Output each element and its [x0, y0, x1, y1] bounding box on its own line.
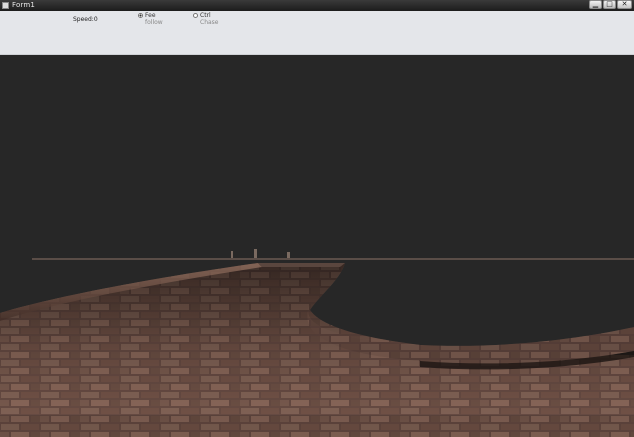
app-icon[interactable] [2, 2, 9, 9]
distant-post [287, 252, 290, 258]
radio-option-ctrl[interactable]: Ctrl [193, 12, 219, 19]
camera-mode-group-2: Ctrl Chase [193, 12, 219, 26]
radio-option-chase[interactable]: Chase [193, 19, 219, 26]
app-window: Form1 ▁ □ ✕ Speed:0 Fee follow Ctrl Chas… [0, 0, 634, 437]
road-far-end [258, 263, 345, 267]
speed-label: Speed:0 [73, 16, 98, 23]
radio-option-fee[interactable]: Fee [138, 12, 163, 19]
radio-label: Chase [200, 19, 219, 26]
radio-button[interactable] [193, 13, 198, 18]
window-title: Form1 [12, 1, 36, 9]
title-bar[interactable]: Form1 ▁ □ ✕ [0, 0, 634, 11]
3d-viewport[interactable] [0, 55, 634, 437]
radio-label: Ctrl [200, 12, 211, 19]
maximize-button[interactable]: □ [603, 0, 616, 9]
minimize-icon: ▁ [592, 0, 599, 8]
close-button[interactable]: ✕ [617, 0, 632, 9]
radio-label: follow [145, 19, 163, 26]
foreground-vignette [0, 415, 634, 437]
radio-option-follow[interactable]: follow [138, 19, 163, 26]
distant-post [254, 249, 257, 258]
minimize-button[interactable]: ▁ [589, 0, 602, 9]
radio-label: Fee [145, 12, 156, 19]
caption-buttons: ▁ □ ✕ [589, 0, 632, 10]
close-icon: ✕ [621, 0, 628, 8]
control-panel: Speed:0 Fee follow Ctrl Chase [0, 11, 634, 55]
scene-canvas [0, 249, 634, 437]
maximize-icon: □ [606, 0, 613, 8]
radio-button[interactable] [138, 13, 143, 18]
camera-mode-group-1: Fee follow [138, 12, 163, 26]
distant-post [231, 251, 233, 258]
